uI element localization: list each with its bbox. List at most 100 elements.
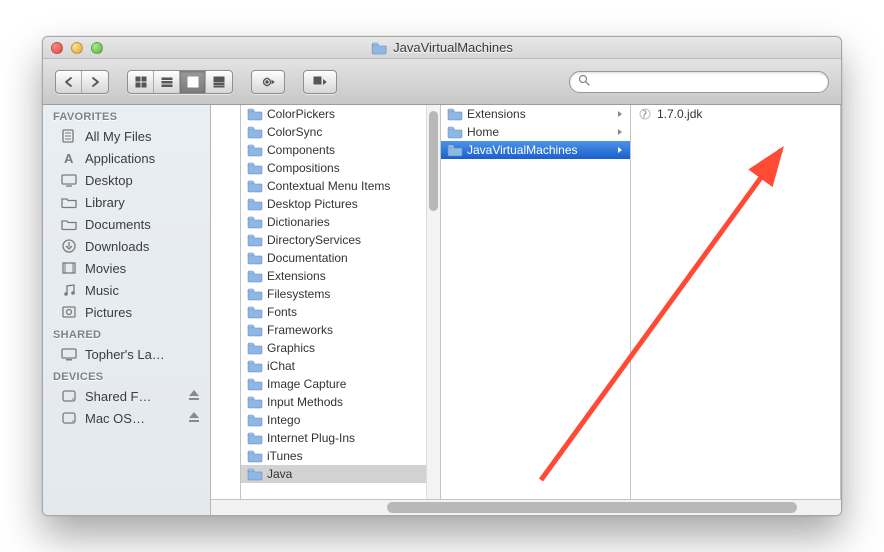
item-label: Graphics <box>267 341 420 355</box>
finder-window: JavaVirtualMachines FAVORITESAll My File… <box>42 36 842 516</box>
item-label: Contextual Menu Items <box>267 179 420 193</box>
disk-icon <box>61 410 77 426</box>
scrollbar-thumb[interactable] <box>387 502 797 513</box>
icon-view-button[interactable] <box>128 71 154 93</box>
sidebar-header: FAVORITES <box>43 105 210 125</box>
arrange-button[interactable] <box>303 70 337 94</box>
eject-icon[interactable] <box>188 389 200 404</box>
folder-icon <box>247 449 263 463</box>
titlebar[interactable]: JavaVirtualMachines <box>43 37 841 59</box>
search-input[interactable] <box>596 75 820 89</box>
movies-icon <box>61 260 77 276</box>
sidebar-item-label: Downloads <box>85 239 149 254</box>
column-3-list[interactable]: 1.7.0.jdk <box>631 105 840 499</box>
disk-icon <box>61 388 77 404</box>
list-item[interactable]: Contextual Menu Items <box>241 177 440 195</box>
folder-icon <box>247 179 263 193</box>
sidebar-item-label: Topher's La… <box>85 347 165 362</box>
list-item[interactable]: Filesystems <box>241 285 440 303</box>
list-item[interactable]: DirectoryServices <box>241 231 440 249</box>
sidebar-item[interactable]: Downloads <box>43 235 210 257</box>
column-3: 1.7.0.jdk || <box>631 105 841 515</box>
list-item[interactable]: JavaVirtualMachines <box>441 141 630 159</box>
sidebar-header: SHARED <box>43 323 210 343</box>
coverflow-view-button[interactable] <box>206 71 232 93</box>
folder-icon <box>247 233 263 247</box>
file-icon <box>637 106 653 122</box>
svg-text:A: A <box>64 151 74 166</box>
window-title: JavaVirtualMachines <box>371 40 513 55</box>
eject-icon[interactable] <box>188 411 200 426</box>
list-item[interactable]: Internet Plug-Ins <box>241 429 440 447</box>
sidebar-item[interactable]: Topher's La… <box>43 343 210 365</box>
folder-icon <box>247 143 263 157</box>
list-item[interactable]: Home <box>441 123 630 141</box>
column-2: ExtensionsHomeJavaVirtualMachines || <box>441 105 631 515</box>
scrollbar-thumb[interactable] <box>429 111 438 211</box>
folder-icon <box>247 125 263 139</box>
sidebar-item-label: Music <box>85 283 119 298</box>
column-2-list[interactable]: ExtensionsHomeJavaVirtualMachines <box>441 105 630 499</box>
sidebar-item[interactable]: Mac OS… <box>43 407 210 429</box>
horizontal-scrollbar[interactable] <box>211 499 841 515</box>
list-item[interactable]: Fonts <box>241 303 440 321</box>
close-button[interactable] <box>51 42 63 54</box>
minimize-button[interactable] <box>71 42 83 54</box>
list-item[interactable]: Extensions <box>441 105 630 123</box>
list-item[interactable]: Input Methods <box>241 393 440 411</box>
sidebar-item-label: Pictures <box>85 305 132 320</box>
list-view-button[interactable] <box>154 71 180 93</box>
sidebar-item[interactable]: Shared F… <box>43 385 210 407</box>
sidebar[interactable]: FAVORITESAll My FilesAApplicationsDeskto… <box>43 105 211 515</box>
toolbar <box>43 59 841 105</box>
list-item[interactable]: Components <box>241 141 440 159</box>
back-button[interactable] <box>56 71 82 93</box>
column-view-button[interactable] <box>180 71 206 93</box>
list-item[interactable]: Extensions <box>241 267 440 285</box>
list-item[interactable]: Intego <box>241 411 440 429</box>
sidebar-item[interactable]: Music <box>43 279 210 301</box>
item-label: Input Methods <box>267 395 420 409</box>
scrollbar[interactable] <box>426 105 440 499</box>
column-1-list[interactable]: ColorPickers ColorSync ComponentsCompositi… <box>241 105 440 499</box>
list-item[interactable]: Compositions <box>241 159 440 177</box>
item-label: Intego <box>267 413 420 427</box>
traffic-lights <box>51 42 103 54</box>
folder-icon <box>247 305 263 319</box>
sidebar-item[interactable]: Pictures <box>43 301 210 323</box>
list-item[interactable]: Dictionaries <box>241 213 440 231</box>
action-button[interactable] <box>251 70 285 94</box>
folder-icon <box>447 143 463 157</box>
list-item[interactable]: Graphics <box>241 339 440 357</box>
list-item[interactable]: iChat <box>241 357 440 375</box>
item-label: Fonts <box>267 305 420 319</box>
sidebar-item[interactable]: AApplications <box>43 147 210 169</box>
sidebar-item[interactable]: Movies <box>43 257 210 279</box>
sidebar-item[interactable]: Library <box>43 191 210 213</box>
list-item[interactable]: ColorSync <box>241 123 440 141</box>
list-item[interactable]: Image Capture <box>241 375 440 393</box>
view-buttons <box>127 70 233 94</box>
forward-button[interactable] <box>82 71 108 93</box>
sidebar-item[interactable]: All My Files <box>43 125 210 147</box>
sidebar-item[interactable]: Desktop <box>43 169 210 191</box>
desktop-icon <box>61 172 77 188</box>
item-label: ColorSync <box>267 125 420 139</box>
item-label: Extensions <box>267 269 420 283</box>
folder-icon <box>61 216 77 232</box>
zoom-button[interactable] <box>91 42 103 54</box>
list-item[interactable]: ColorPickers <box>241 105 440 123</box>
item-label: Dictionaries <box>267 215 420 229</box>
sidebar-header: DEVICES <box>43 365 210 385</box>
folder-icon <box>247 269 263 283</box>
list-item[interactable]: Documentation <box>241 249 440 267</box>
sidebar-item[interactable]: Documents <box>43 213 210 235</box>
folder-icon <box>247 359 263 373</box>
list-item[interactable]: iTunes <box>241 447 440 465</box>
list-item[interactable]: Frameworks <box>241 321 440 339</box>
list-item[interactable]: Desktop Pictures <box>241 195 440 213</box>
search-field[interactable] <box>569 71 829 93</box>
folder-icon <box>247 215 263 229</box>
list-item[interactable]: 1.7.0.jdk <box>631 105 840 123</box>
list-item[interactable]: Java <box>241 465 440 483</box>
